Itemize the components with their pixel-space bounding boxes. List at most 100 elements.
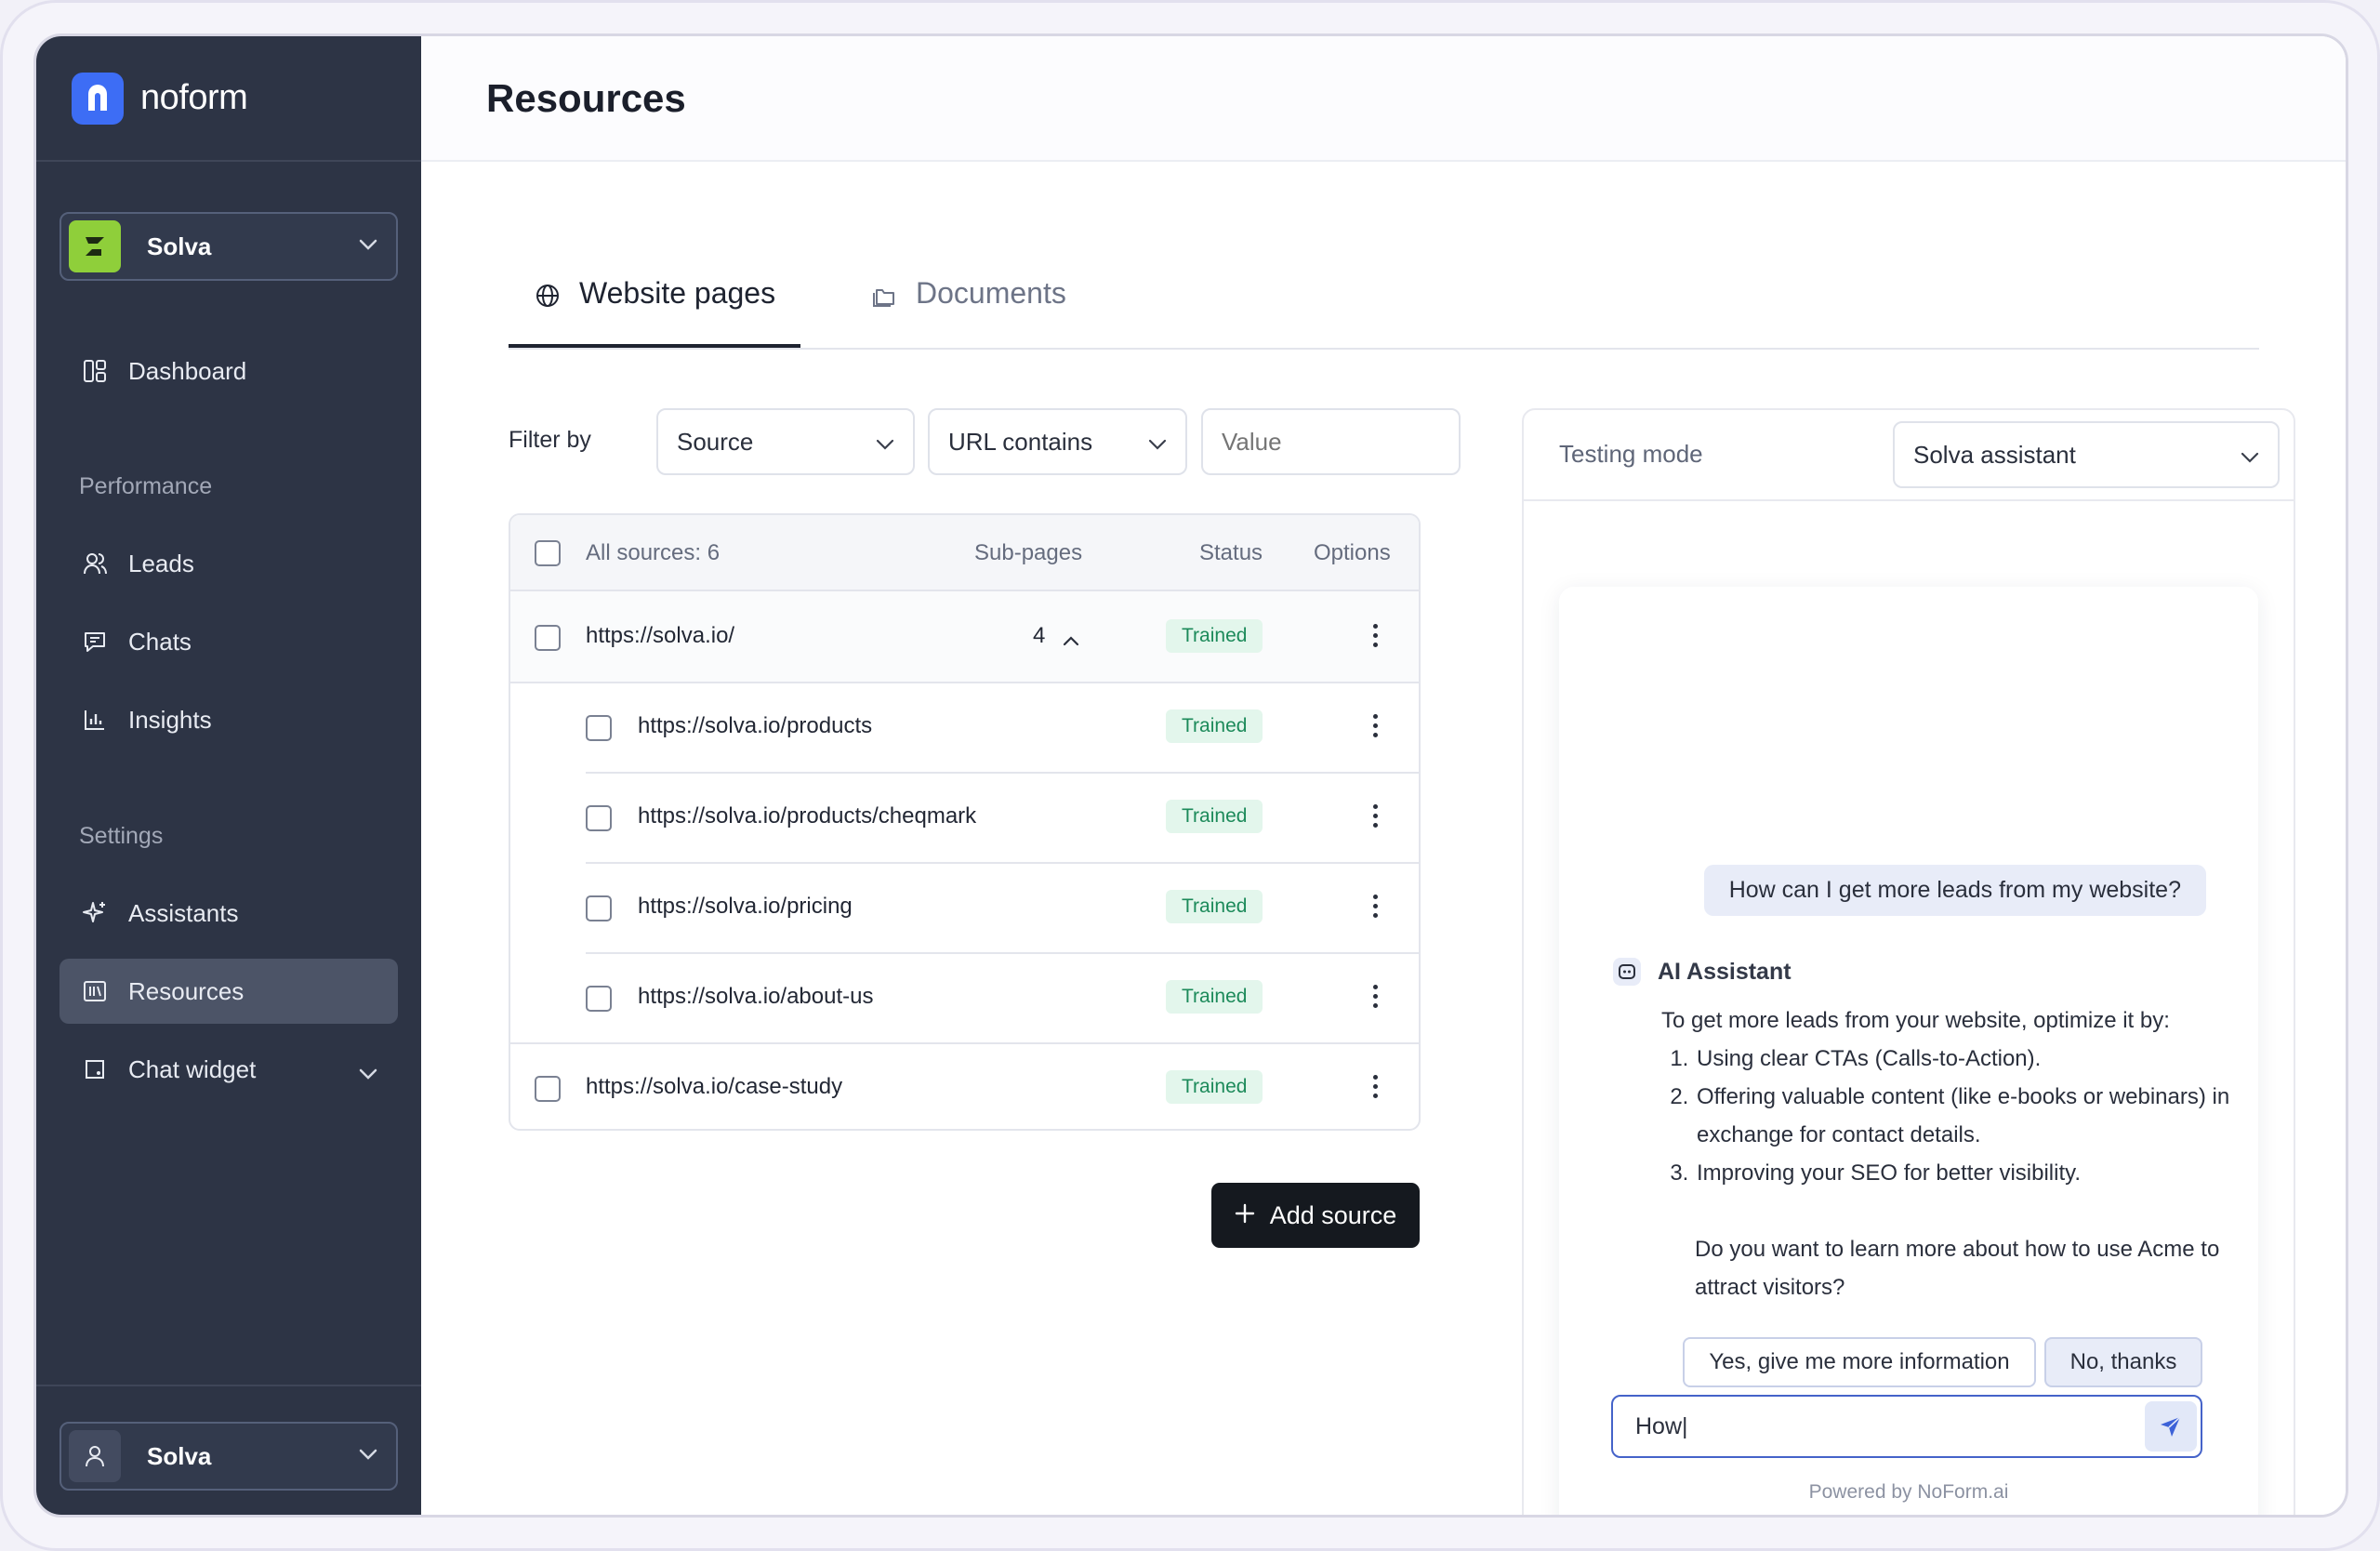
table-row: https://solva.io/case-study Trained	[510, 1044, 1419, 1129]
more-options-icon[interactable]	[1370, 714, 1380, 737]
bot-icon	[1613, 958, 1641, 986]
select-all-checkbox[interactable]	[535, 540, 561, 566]
tab-website-pages[interactable]: Website pages	[509, 269, 800, 348]
sidebar-item-chats[interactable]: Chats	[60, 609, 398, 674]
row-url: https://solva.io/products	[638, 713, 873, 738]
row-url: https://solva.io/case-study	[586, 1074, 843, 1099]
bar-chart-icon	[82, 707, 108, 733]
plus-icon	[1235, 1201, 1255, 1230]
send-button[interactable]	[2145, 1401, 2197, 1452]
sidebar-item-resources[interactable]: Resources	[60, 959, 398, 1024]
ai-message: To get more leads from your website, opt…	[1661, 1001, 2238, 1306]
ai-point: Offering valuable content (like e-books …	[1695, 1078, 2238, 1154]
widget-icon	[82, 1056, 108, 1082]
brand: noform	[36, 36, 421, 162]
quick-reply-yes[interactable]: Yes, give me more information	[1683, 1337, 2036, 1387]
chevron-down-icon	[359, 1057, 377, 1086]
testing-mode-label: Testing mode	[1559, 440, 1703, 468]
ai-header: AI Assistant	[1613, 958, 1792, 986]
select-value: URL contains	[948, 427, 1093, 456]
folder-icon	[871, 282, 897, 316]
row-checkbox[interactable]	[535, 1076, 561, 1102]
chevron-down-icon	[2241, 441, 2259, 470]
status-badge: Trained	[1166, 709, 1263, 743]
more-options-icon[interactable]	[1370, 1075, 1380, 1098]
sidebar-item-label: Dashboard	[128, 356, 247, 385]
ai-point: Using clear CTAs (Calls-to-Action).	[1695, 1040, 2238, 1078]
chevron-up-icon[interactable]	[1063, 627, 1079, 653]
table-row: https://solva.io/products Trained	[510, 683, 1419, 774]
testing-header: Testing mode Solva assistant	[1524, 410, 2294, 501]
condition-filter-select[interactable]: URL contains	[928, 408, 1187, 475]
header-options: Options	[1314, 540, 1391, 565]
row-checkbox[interactable]	[586, 715, 612, 741]
add-source-label: Add source	[1269, 1200, 1397, 1229]
users-icon	[82, 550, 108, 577]
header-sources: All sources: 6	[586, 540, 721, 565]
sidebar-item-label: Leads	[128, 549, 194, 577]
more-options-icon[interactable]	[1370, 624, 1380, 647]
table-row: https://solva.io/products/cheqmark Train…	[510, 774, 1419, 864]
status-badge: Trained	[1166, 980, 1263, 1014]
chat-message-input[interactable]: How|	[1611, 1395, 2202, 1458]
table-row: https://solva.io/pricing Trained	[510, 864, 1419, 954]
tabs: Website pages Documents	[509, 232, 2259, 350]
chevron-down-icon	[359, 1448, 377, 1465]
sidebar-item-assistants[interactable]: Assistants	[60, 881, 398, 946]
source-filter-select[interactable]: Source	[656, 408, 915, 475]
main-content: Resources Website pages Documents Filter…	[421, 36, 2346, 1515]
topbar: Resources	[421, 36, 2346, 162]
row-checkbox[interactable]	[535, 625, 561, 651]
more-options-icon[interactable]	[1370, 895, 1380, 918]
chat-preview-widget: How can I get more leads from my website…	[1559, 587, 2258, 1515]
sidebar-item-chat-widget[interactable]: Chat widget	[60, 1037, 398, 1102]
table-row: https://solva.io/about-us Trained	[510, 954, 1419, 1044]
status-badge: Trained	[1166, 1070, 1263, 1104]
sidebar-item-dashboard[interactable]: Dashboard	[60, 338, 398, 404]
more-options-icon[interactable]	[1370, 804, 1380, 828]
subpages-count: 4	[1033, 623, 1046, 648]
globe-icon	[535, 282, 561, 316]
more-options-icon[interactable]	[1370, 985, 1380, 1008]
row-checkbox[interactable]	[586, 986, 612, 1012]
user-message-bubble: How can I get more leads from my website…	[1703, 865, 2206, 916]
sidebar-item-label: Resources	[128, 976, 245, 1005]
section-settings: Settings	[79, 823, 164, 849]
ai-intro: To get more leads from your website, opt…	[1661, 1008, 2170, 1033]
quick-reply-no[interactable]: No, thanks	[2044, 1337, 2202, 1387]
select-value: Source	[677, 427, 754, 456]
section-performance: Performance	[79, 473, 213, 499]
user-selector[interactable]: Solva	[60, 1422, 398, 1491]
header-subpages: Sub-pages	[974, 540, 1083, 565]
ai-point: Improving your SEO for better visibility…	[1695, 1154, 2238, 1192]
powered-by: Powered by NoForm.ai	[1808, 1481, 2009, 1503]
filter-value-input[interactable]	[1201, 408, 1461, 475]
workspace-selector[interactable]: Solva	[60, 212, 398, 281]
sidebar-item-insights[interactable]: Insights	[60, 687, 398, 752]
sources-table: All sources: 6 Sub-pages Status Options …	[509, 513, 1421, 1131]
select-value: Solva assistant	[1913, 440, 2076, 469]
workspace-logo-icon	[69, 220, 121, 272]
ai-points-list: Using clear CTAs (Calls-to-Action). Offe…	[1695, 1040, 2238, 1192]
sidebar-footer: Solva	[36, 1385, 421, 1515]
brand-name: noform	[140, 78, 248, 117]
row-checkbox[interactable]	[586, 895, 612, 921]
tab-label: Documents	[916, 276, 1066, 310]
chevron-down-icon	[1148, 428, 1167, 457]
table-row: https://solva.io/ 4 Trained	[510, 591, 1419, 682]
status-badge: Trained	[1166, 890, 1263, 923]
noform-logo-icon	[72, 72, 124, 125]
sidebar-item-leads[interactable]: Leads	[60, 531, 398, 596]
row-url: https://solva.io/products/cheqmark	[638, 803, 977, 829]
send-icon	[2161, 1416, 2181, 1437]
sidebar-item-label: Assistants	[128, 898, 239, 927]
sidebar-item-label: Chats	[128, 627, 192, 656]
add-source-button[interactable]: Add source	[1211, 1183, 1420, 1248]
status-badge: Trained	[1166, 800, 1263, 833]
chevron-down-icon	[876, 428, 894, 457]
tab-documents[interactable]: Documents	[871, 269, 1094, 348]
header-status: Status	[1199, 540, 1263, 565]
assistant-select[interactable]: Solva assistant	[1893, 421, 2280, 488]
input-value: How|	[1635, 1412, 1688, 1439]
row-checkbox[interactable]	[586, 805, 612, 831]
